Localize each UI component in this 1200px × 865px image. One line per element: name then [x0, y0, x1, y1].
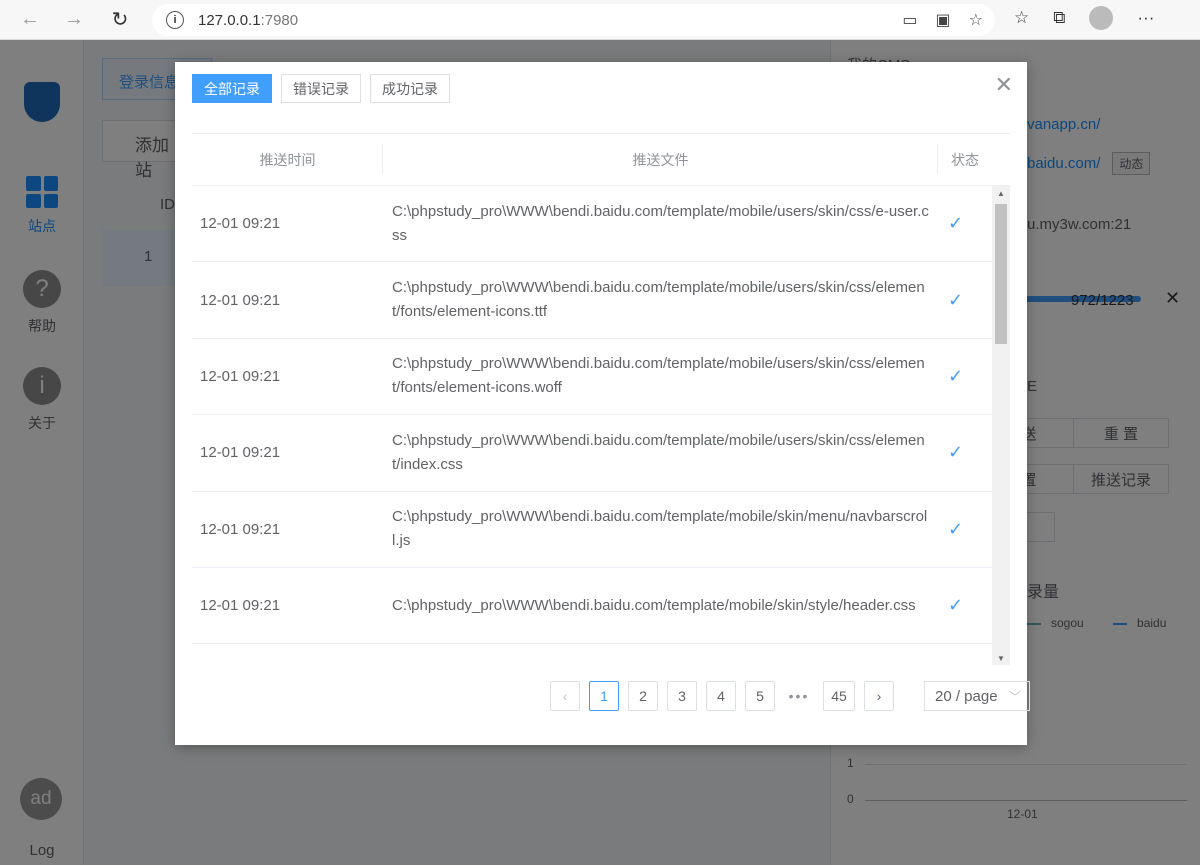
more-icon[interactable]: ··· [1137, 8, 1154, 28]
favorites-icon[interactable]: ☆ [1014, 8, 1029, 28]
push-time-cell: 12-01 09:21 [200, 367, 281, 385]
column-push-time: 推送时间 [192, 143, 383, 174]
success-check-icon: ✓ [948, 213, 964, 234]
success-check-icon: ✓ [948, 365, 964, 386]
column-status: 状态 [951, 151, 979, 168]
push-file-cell: C:\phpstudy_pro\WWW\bendi.baidu.com/temp… [392, 355, 925, 397]
scroll-thumb[interactable] [995, 204, 1007, 344]
url-host: 127.0.0.1 [198, 11, 261, 29]
table-row[interactable]: 12-01 09:21 C:\phpstudy_pro\WWW\bendi.bai… [192, 186, 992, 263]
push-time-cell: 12-01 09:21 [200, 291, 281, 309]
page-last[interactable]: 45 [823, 681, 855, 711]
table-row[interactable]: 12-01 09:21C:\phpstudy_pro\WWW\bendi.bai… [192, 644, 992, 665]
page-3[interactable]: 3 [667, 681, 697, 711]
close-icon[interactable]: ✕ [995, 74, 1013, 96]
chevron-down-icon: ﹀ [1008, 690, 1021, 704]
push-time-cell: 12-01 09:21 [200, 597, 281, 615]
address-bar[interactable]: i 127.0.0.1:7980 ▭ ▣ ☆ [152, 4, 995, 36]
table-row[interactable]: 12-01 09:21 C:\phpstudy_pro\WWW\bendi.bai… [192, 262, 992, 339]
page-4[interactable]: 4 [706, 681, 736, 711]
prev-page-button[interactable]: ‹ [550, 681, 580, 711]
tab-error-records[interactable]: 错误记录 [281, 74, 361, 103]
push-file-cell: C:\phpstudy_pro\WWW\bendi.baidu.com/temp… [392, 431, 925, 473]
push-time-cell: 12-01 09:21 [200, 444, 281, 462]
next-page-button[interactable]: › [864, 681, 894, 711]
push-file-cell: C:\phpstudy_pro\WWW\bendi.baidu.com/temp… [392, 279, 925, 321]
qr-icon[interactable]: ▣ [936, 10, 951, 30]
page-1[interactable]: 1 [589, 681, 619, 711]
success-check-icon: ✓ [948, 518, 964, 539]
success-check-icon: ✓ [948, 442, 964, 463]
scroll-down-icon[interactable]: ▼ [992, 654, 1010, 663]
collections-icon[interactable]: ⧉ [1053, 8, 1065, 28]
profile-avatar[interactable] [1089, 6, 1114, 30]
table-row[interactable]: 12-01 09:21 C:\phpstudy_pro\WWW\bendi.bai… [192, 415, 992, 492]
favorite-add-icon[interactable]: ☆ [969, 10, 983, 30]
push-file-cell: C:\phpstudy_pro\WWW\bendi.baidu.com/temp… [392, 596, 916, 614]
reload-icon[interactable]: ↻ [102, 2, 138, 38]
table-row[interactable]: 12-01 09:21 C:\phpstudy_pro\WWW\bendi.bai… [192, 339, 992, 416]
record-filter-tabs: 全部记录 错误记录 成功记录 [192, 74, 450, 103]
page-size-value: 20 / page [935, 687, 998, 705]
url-port: :7980 [260, 11, 299, 29]
push-records-dialog: ✕ 全部记录 错误记录 成功记录 推送时间 推送文件 状态 12-01 09:2… [175, 62, 1030, 745]
push-time-cell: 12-01 09:21 [200, 520, 281, 538]
table-header: 推送时间 推送文件 状态 [192, 134, 1010, 186]
push-file-cell: C:\phpstudy_pro\WWW\bendi.baidu.com/temp… [392, 508, 928, 550]
cast-icon[interactable]: ▭ [902, 10, 917, 30]
more-pages-icon[interactable]: ••• [784, 681, 814, 711]
push-file-cell: C:\phpstudy_pro\WWW\bendi.baidu.com/temp… [392, 202, 929, 244]
scroll-up-icon[interactable]: ▲ [992, 189, 1010, 198]
pagination: ‹ 1 2 3 4 5 ••• 45 › 20 / page ﹀ [550, 681, 1030, 711]
tab-success-records[interactable]: 成功记录 [370, 74, 450, 103]
browser-toolbar: ← → ↻ i 127.0.0.1:7980 ▭ ▣ ☆ ☆ ⧉ ··· [0, 0, 1200, 40]
page-size-select[interactable]: 20 / page ﹀ [924, 681, 1030, 711]
table-row[interactable]: 12-01 09:21 C:\phpstudy_pro\WWW\bendi.bai… [192, 492, 992, 568]
table-row[interactable]: 12-01 09:21 C:\phpstudy_pro\WWW\bendi.bai… [192, 568, 992, 645]
page-2[interactable]: 2 [628, 681, 658, 711]
vertical-scrollbar[interactable]: ▲ ▼ [992, 186, 1010, 665]
success-check-icon: ✓ [948, 595, 964, 616]
site-info-icon[interactable]: i [166, 11, 184, 29]
tab-all-records[interactable]: 全部记录 [192, 74, 272, 103]
forward-icon[interactable]: → [56, 2, 92, 38]
records-table: 推送时间 推送文件 状态 12-01 09:21 C:\phpstudy_pro\… [192, 133, 1010, 665]
column-push-file: 推送文件 [383, 143, 938, 174]
back-icon[interactable]: ← [12, 2, 48, 38]
page-5[interactable]: 5 [745, 681, 775, 711]
push-time-cell: 12-01 09:21 [200, 215, 281, 233]
table-body[interactable]: 12-01 09:21 C:\phpstudy_pro\WWW\bendi.bai… [192, 186, 992, 665]
success-check-icon: ✓ [948, 289, 964, 310]
